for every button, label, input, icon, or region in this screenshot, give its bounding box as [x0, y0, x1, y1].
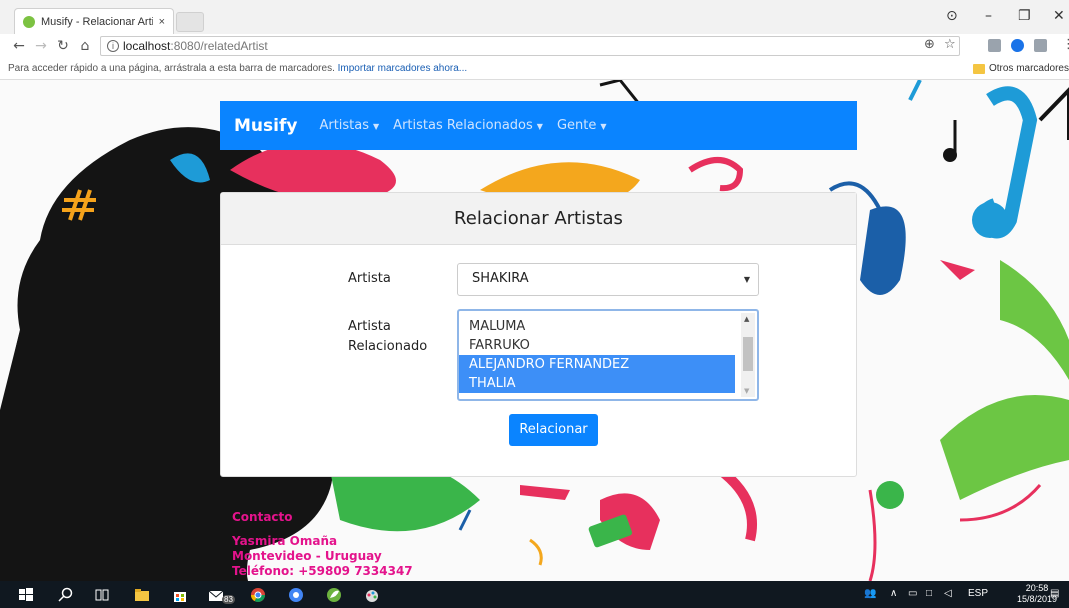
scroll-down-icon[interactable]: ▼: [744, 387, 749, 395]
close-tab-icon[interactable]: ×: [159, 16, 165, 28]
chrome-icon[interactable]: [250, 587, 266, 603]
bookmarks-bar: Para acceder rápido a una página, arrást…: [0, 58, 1069, 80]
contact-footer: Contacto Yasmira Omaña Montevideo - Urug…: [232, 510, 413, 579]
related-label-line2: Relacionado: [348, 339, 428, 354]
listbox-option-selected[interactable]: THALIA: [459, 374, 735, 393]
os-taskbar: 83 👥 ∧ ▭ □ ◁ ESP 20:58 15/8/2019 ▤: [0, 581, 1069, 608]
other-bookmarks[interactable]: Otros marcadores: [972, 63, 1069, 74]
forward-icon[interactable]: →: [30, 38, 52, 54]
maximize-icon[interactable]: ❐: [1018, 8, 1031, 24]
contact-city: Montevideo - Uruguay: [232, 549, 382, 563]
nav-artistas-label: Artistas: [319, 118, 370, 133]
relate-artists-card: Relacionar Artistas Artista SHAKIRA ▼ Ar…: [220, 192, 857, 477]
artist-label: Artista: [348, 271, 391, 286]
new-tab-button[interactable]: [176, 12, 204, 32]
people-icon[interactable]: 👥: [864, 588, 876, 599]
search-icon[interactable]: [58, 587, 74, 603]
contact-title: Contacto: [232, 510, 293, 524]
other-bookmarks-label: Otros marcadores: [988, 63, 1069, 74]
related-artist-listbox[interactable]: MALUMA FARRUKO ALEJANDRO FERNANDEZ THALI…: [457, 309, 759, 401]
artist-select[interactable]: SHAKIRA ▼: [457, 263, 759, 296]
zoom-icon[interactable]: ⊕: [924, 37, 935, 52]
reload-icon[interactable]: ↻: [52, 38, 74, 54]
page-content: Musify Artistas ▼ Artistas Relacionados ▼ …: [0, 80, 1069, 581]
tab-title: Musify - Relacionar Artis: [41, 15, 153, 28]
store-icon[interactable]: [172, 587, 188, 603]
extension-icon[interactable]: [1034, 39, 1047, 52]
tray-chevron-icon[interactable]: ∧: [890, 588, 897, 599]
windows-start-icon[interactable]: [18, 587, 34, 603]
battery-icon[interactable]: ▭: [908, 588, 917, 599]
notifications-icon[interactable]: ▤: [1050, 588, 1059, 599]
caret-down-icon: ▼: [373, 122, 380, 131]
listbox-scrollbar[interactable]: ▲ ▼: [741, 313, 755, 397]
listbox-option[interactable]: MALUMA: [459, 317, 735, 336]
url-path: :8080/relatedArtist: [170, 39, 268, 53]
home-icon[interactable]: ⌂: [74, 38, 96, 54]
related-artist-label: Artista Relacionado: [348, 317, 427, 357]
main-navbar: Musify Artistas ▼ Artistas Relacionados ▼ …: [220, 101, 857, 150]
relate-button[interactable]: Relacionar: [509, 414, 598, 446]
volume-icon[interactable]: ◁: [944, 588, 952, 599]
folder-icon: [972, 63, 985, 74]
bookmarks-hint: Para acceder rápido a una página, arrást…: [8, 63, 335, 74]
card-title: Relacionar Artistas: [221, 193, 856, 245]
nav-artistas[interactable]: Artistas ▼: [319, 118, 379, 133]
language-indicator[interactable]: ESP: [968, 588, 988, 599]
caret-down-icon: ▼: [600, 122, 607, 131]
nav-artistas-relacionados-label: Artistas Relacionados: [393, 118, 533, 133]
close-icon[interactable]: ✕: [1053, 8, 1065, 24]
info-icon[interactable]: i: [107, 40, 119, 52]
artist-select-value: SHAKIRA: [472, 271, 529, 286]
star-icon[interactable]: ☆: [944, 37, 956, 52]
nav-gente-label: Gente: [556, 118, 597, 133]
chevron-down-icon: ▼: [743, 275, 750, 284]
scroll-up-icon[interactable]: ▲: [744, 315, 749, 323]
related-label-line1: Artista: [348, 319, 391, 334]
caret-down-icon: ▼: [536, 122, 543, 131]
chrome-dev-icon[interactable]: [288, 587, 304, 603]
listbox-option[interactable]: FARRUKO: [459, 336, 735, 355]
browser-toolbar: ← → ↻ ⌂ i localhost :8080/relatedArtist …: [0, 34, 1069, 58]
file-explorer-icon[interactable]: [134, 587, 150, 603]
menu-icon[interactable]: ⋮: [1062, 37, 1069, 52]
spring-leaf-icon[interactable]: [326, 587, 342, 603]
notification-badge: 83: [222, 595, 235, 604]
browser-tab[interactable]: Musify - Relacionar Artis ×: [14, 8, 174, 34]
nav-gente[interactable]: Gente ▼: [557, 118, 607, 133]
account-icon[interactable]: ⊙: [946, 8, 958, 24]
scrollbar-thumb[interactable]: [743, 337, 753, 371]
nav-artistas-relacionados[interactable]: Artistas Relacionados ▼: [393, 118, 543, 133]
network-icon[interactable]: □: [926, 588, 932, 599]
listbox-option-selected[interactable]: ALEJANDRO FERNANDEZ: [459, 355, 735, 374]
leaf-icon: [23, 15, 35, 28]
contact-name: Yasmira Omaña: [232, 534, 338, 548]
brand-logo[interactable]: Musify: [234, 116, 297, 136]
extension-icon[interactable]: [988, 39, 1001, 52]
minimize-icon[interactable]: –: [985, 8, 992, 24]
paint-icon[interactable]: [364, 587, 380, 603]
extension-icon[interactable]: [1011, 39, 1024, 52]
task-view-icon[interactable]: [94, 587, 110, 603]
back-icon[interactable]: ←: [8, 38, 30, 54]
address-bar[interactable]: i localhost :8080/relatedArtist: [100, 36, 960, 56]
url-host: localhost: [123, 39, 171, 53]
contact-phone: Teléfono: +59809 7334347: [232, 564, 413, 578]
import-bookmarks-link[interactable]: Importar marcadores ahora...: [338, 63, 468, 74]
browser-titlebar: Musify - Relacionar Artis × ⊙ – ❐ ✕: [0, 0, 1069, 34]
